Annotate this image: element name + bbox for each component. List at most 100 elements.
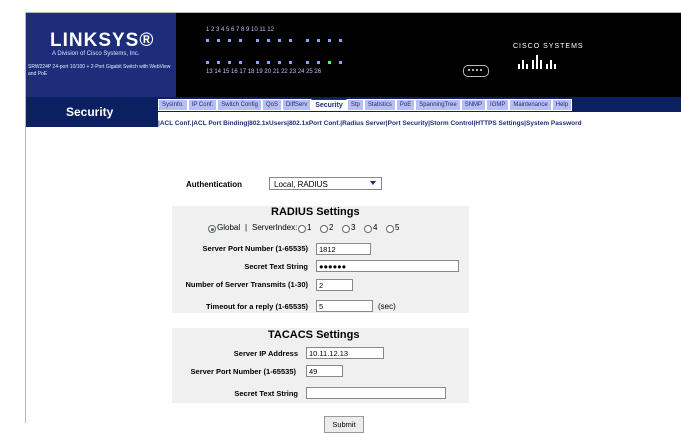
port-led [278,39,281,42]
serverindex-label: ServerIndex: [252,223,298,232]
port-numbers-top: 1 2 3 4 5 6 7 8 9 10 11 12 [206,27,274,33]
port-led [217,39,220,42]
subnav-link[interactable]: |Radius Server [340,120,386,127]
tacacs-secret-input[interactable] [306,387,446,399]
tacacs-port-label: Server Port Number (1-65535) [190,367,296,376]
tab-poe[interactable]: PoE [395,99,416,111]
chevron-down-icon [370,181,376,185]
index-3-label: 3 [351,223,356,232]
section-title: Security [66,105,114,119]
port-led [289,61,292,64]
index-4-label: 4 [373,223,378,232]
port-led [328,39,331,42]
app-frame: LINKSYS® A Division of Cisco Systems, In… [25,12,681,433]
port-led [256,61,259,64]
index-2-label: 2 [329,223,334,232]
tab-security[interactable]: Security [311,99,347,111]
radius-timeout-input[interactable]: 5 [316,300,373,312]
tab-switch-config[interactable]: Switch Config [217,99,262,111]
tab-statistics[interactable]: Statistics [363,99,396,111]
port-led [306,39,309,42]
main-tabs: SysInfo. IP Conf. Switch Config QoS DiffServ… [158,99,573,111]
index-5-label: 5 [395,223,400,232]
radius-port-input[interactable]: 1812 [316,243,371,255]
port-led [267,61,270,64]
port-led [278,61,281,64]
subnav-link[interactable]: |ACL Port Binding [191,120,247,127]
tab-spanningtree[interactable]: SpanningTree [415,99,461,111]
radius-secret-input[interactable]: ●●●●●● [316,260,459,272]
separator: | [245,223,248,232]
authentication-label: Authentication [186,180,242,189]
radius-port-label: Server Port Number (1-65535) [202,244,308,253]
authentication-select[interactable]: Local, RADIUS [269,177,382,190]
tab-snmp[interactable]: SNMP [460,99,487,111]
subnav-link[interactable]: |Port Security [386,120,428,127]
radius-secret-label: Secret Text String [244,262,308,271]
radio-global[interactable] [208,225,216,233]
global-label: Global [217,223,241,232]
tab-help[interactable]: Help [551,99,573,111]
tacacs-ip-input[interactable]: 10.11.12.13 [306,347,384,359]
port-led [239,39,242,42]
timeout-unit: (sec) [378,302,396,311]
console-port-icon [463,65,489,77]
radius-title: RADIUS Settings [271,206,360,218]
server-index-row: Global | ServerIndex: 1 2 3 4 5 [208,223,448,235]
submit-button[interactable]: Submit [324,416,364,433]
port-led [217,61,220,64]
port-led [339,39,342,42]
port-led [328,61,331,64]
tab-ip-conf[interactable]: IP Conf. [187,99,218,111]
radio-index-4[interactable] [364,225,372,233]
tacacs-secret-label: Secret Text String [234,389,298,398]
radio-index-5[interactable] [386,225,394,233]
tab-sysinfo[interactable]: SysInfo. [158,99,188,111]
port-panel: 1 2 3 4 5 6 7 8 9 10 11 12 13 14 15 16 17… [206,27,386,87]
brand-tagline: A Division of Cisco Systems, Inc. [52,51,140,57]
port-led [289,39,292,42]
port-led [206,39,209,42]
tacacs-ip-label: Server IP Address [233,349,298,358]
index-1-label: 1 [307,223,312,232]
port-led [206,61,209,64]
tab-maintenance[interactable]: Maintenance [509,99,552,111]
port-led [339,61,342,64]
radio-index-3[interactable] [342,225,350,233]
tacacs-port-input[interactable]: 49 [306,365,343,377]
linksys-logo: LINKSYS® [50,30,155,51]
port-led [267,39,270,42]
tab-igmp[interactable]: IGMP [486,99,510,111]
port-numbers-bottom: 13 14 15 16 17 18 19 20 21 22 23 24 25 2… [206,69,322,75]
tacacs-title: TACACS Settings [268,329,360,341]
subnav-link[interactable]: |Storm Control [428,120,474,127]
port-led [256,39,259,42]
port-led [228,39,231,42]
radius-transmits-input[interactable]: 2 [316,279,353,291]
port-led [317,39,320,42]
port-led [239,61,242,64]
radio-index-1[interactable] [298,225,306,233]
port-led [228,61,231,64]
radius-timeout-label: Timeout for a reply (1-65535) [206,302,308,311]
device-header: LINKSYS® A Division of Cisco Systems, In… [26,13,681,97]
tab-qos[interactable]: QoS [261,99,282,111]
port-led [306,61,309,64]
tab-stp[interactable]: Stp [346,99,364,111]
cisco-bars-icon [516,53,556,69]
tab-diffserv[interactable]: DiffServ [281,99,312,111]
subnav-link[interactable]: |802.1xPort Conf. [287,120,340,127]
main-content: Authentication Local, RADIUS RADIUS Sett… [26,127,681,433]
subnav-link[interactable]: |HTTPS Settings [474,120,525,127]
radius-transmits-label: Number of Server Transmits (1-30) [185,280,308,289]
cisco-logo: CISCO SYSTEMS [513,43,584,50]
subnav-link[interactable]: |System Password [524,120,581,127]
subnav-link[interactable]: |ACL Conf. [158,120,191,127]
authentication-value: Local, RADIUS [274,180,328,189]
security-subnav: |ACL Conf.|ACL Port Binding|802.1xUsers|… [158,112,681,127]
port-led [317,61,320,64]
device-model: SRW224P 24-port 10/100 + 2-Port Gigabit … [28,64,171,77]
radio-index-2[interactable] [320,225,328,233]
brand-panel: LINKSYS® A Division of Cisco Systems, In… [26,13,176,97]
subnav-link[interactable]: |802.1xUsers [247,120,287,127]
